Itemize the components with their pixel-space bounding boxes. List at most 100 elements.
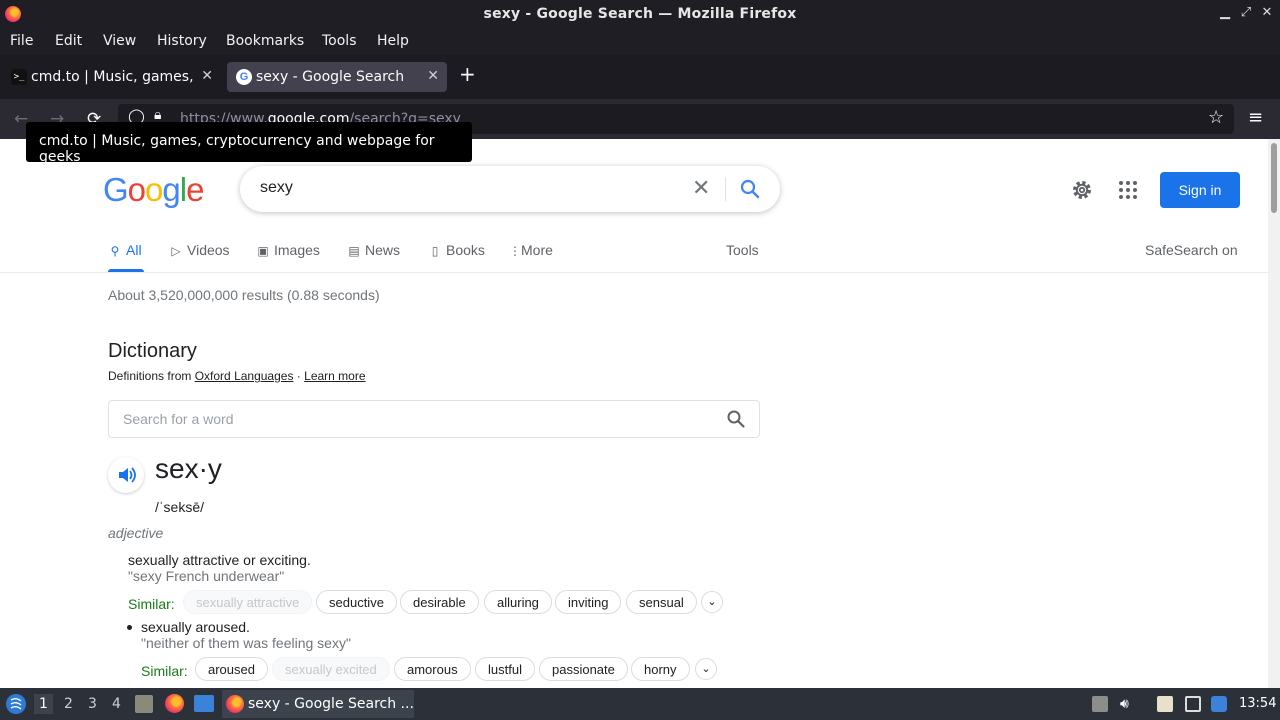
news-icon: ▤ <box>348 244 360 258</box>
similar-chip[interactable]: aroused <box>195 657 268 681</box>
example-text: "sexy French underwear" <box>128 568 285 584</box>
google-apps-icon[interactable] <box>1118 180 1138 200</box>
word-search-input[interactable]: Search for a word <box>108 400 760 438</box>
similar-chip[interactable]: passionate <box>539 657 628 681</box>
sign-in-button[interactable]: Sign in <box>1160 172 1240 208</box>
search-tabs: ⚲ All ▷ Videos ▣ Images ▤ News ▯ Books ⋮More … <box>0 239 1268 273</box>
file-manager-icon[interactable] <box>135 695 153 713</box>
workspace-2[interactable]: 2 <box>64 696 73 712</box>
similar-chip[interactable]: desirable <box>400 590 479 614</box>
similar-chip[interactable]: horny <box>631 657 690 681</box>
window-title: sexy - Google Search — Mozilla Firefox <box>483 6 797 22</box>
bookmark-star-icon[interactable]: ☆ <box>1208 107 1224 128</box>
active-tab-indicator <box>108 269 144 272</box>
similar-label: Similar: <box>128 596 175 612</box>
clipboard-icon[interactable] <box>1157 696 1173 712</box>
workspace-4[interactable]: 4 <box>112 696 121 712</box>
start-menu-icon[interactable] <box>5 693 27 715</box>
example-text: "neither of them was feeling sexy" <box>141 635 351 651</box>
tab-all[interactable]: ⚲ All <box>108 242 142 258</box>
phonetic: /ˈseksē/ <box>155 499 205 515</box>
similar-chip[interactable]: amorous <box>394 657 471 681</box>
task-label: sexy - Google Search ... <box>248 696 414 712</box>
workspace-3[interactable]: 3 <box>88 696 97 712</box>
similar-chip[interactable]: sensual <box>626 590 697 614</box>
menu-file[interactable]: File <box>10 33 33 49</box>
learn-more-link[interactable]: Learn more <box>304 369 365 383</box>
tab-images[interactable]: ▣ Images <box>256 242 320 258</box>
page-scrollbar[interactable] <box>1268 139 1280 688</box>
safesearch-toggle[interactable]: SafeSearch on <box>1145 242 1238 258</box>
clear-search-icon[interactable]: ✕ <box>692 175 710 201</box>
network-icon[interactable] <box>1185 696 1201 712</box>
pronunciation-button[interactable] <box>108 457 144 493</box>
app-menu-icon[interactable]: ≡ <box>1248 107 1263 128</box>
dictionary-heading: Dictionary <box>108 340 197 362</box>
similar-chip[interactable]: alluring <box>484 590 552 614</box>
menu-tools[interactable]: Tools <box>322 33 357 49</box>
result-stats: About 3,520,000,000 results (0.88 second… <box>108 287 380 303</box>
tab-news[interactable]: ▤ News <box>347 242 400 258</box>
settings-gear-icon[interactable] <box>1070 178 1094 202</box>
part-of-speech: adjective <box>108 525 164 541</box>
oxford-link[interactable]: Oxford Languages <box>195 369 294 383</box>
tab-strip: >_ cmd.to | Music, games, c ✕ G sexy - G… <box>0 55 1280 99</box>
taskbar: 1 2 3 4 sexy - Google Search ... 🔊︎ 13:5… <box>0 688 1280 720</box>
minimize-icon[interactable]: ▁ <box>1218 5 1232 20</box>
notification-icon[interactable] <box>1211 696 1227 712</box>
tab-cmdto[interactable]: >_ cmd.to | Music, games, c ✕ <box>2 62 221 92</box>
definition-text: sexually attractive or exciting. <box>128 552 311 568</box>
search-query-text[interactable]: sexy <box>260 179 293 197</box>
tab-label: cmd.to | Music, games, c <box>31 69 196 85</box>
expand-similar-chevron-down-icon[interactable]: ⌄ <box>701 591 723 613</box>
similar-chip[interactable]: inviting <box>555 590 622 614</box>
image-icon: ▣ <box>257 244 269 258</box>
similar-chip[interactable]: seductive <box>316 590 397 614</box>
tray-up-icon[interactable] <box>1092 696 1108 712</box>
search-divider <box>725 177 726 201</box>
window-titlebar: sexy - Google Search — Mozilla Firefox ▁… <box>0 0 1280 29</box>
workspace-1[interactable]: 1 <box>34 694 53 714</box>
google-search-box[interactable]: sexy ✕ <box>240 166 780 212</box>
tab-label: sexy - Google Search <box>256 69 405 85</box>
similar-chip[interactable]: lustful <box>475 657 535 681</box>
menu-help[interactable]: Help <box>377 33 409 49</box>
search-icon: ⚲ <box>110 244 120 258</box>
menu-bar: File Edit View History Bookmarks Tools H… <box>0 29 1280 55</box>
speaker-icon <box>119 467 136 483</box>
book-icon: ▯ <box>431 244 439 258</box>
similar-chip[interactable]: sexually excited <box>272 657 390 681</box>
similar-chip[interactable]: sexually attractive <box>183 590 313 614</box>
close-tab-icon[interactable]: ✕ <box>427 68 439 84</box>
menu-bookmarks[interactable]: Bookmarks <box>226 33 304 49</box>
menu-edit[interactable]: Edit <box>55 33 82 49</box>
new-tab-icon[interactable]: + <box>459 62 476 86</box>
taskbar-firefox-task[interactable]: sexy - Google Search ... <box>222 690 414 718</box>
tab-google-search[interactable]: G sexy - Google Search ✕ <box>227 62 447 92</box>
clock: 13:54 <box>1239 696 1277 711</box>
definition-text: sexually aroused. <box>141 619 250 635</box>
desktop-icon[interactable] <box>194 695 214 712</box>
firefox-launcher-icon[interactable] <box>165 694 184 713</box>
dictionary-source: Definitions from Oxford Languages · Lear… <box>108 369 366 383</box>
expand-similar-chevron-down-icon[interactable]: ⌄ <box>695 658 717 680</box>
menu-history[interactable]: History <box>157 33 207 49</box>
more-vert-icon: ⋮ <box>509 244 521 258</box>
tab-videos[interactable]: ▷ Videos <box>169 242 229 258</box>
google-logo[interactable]: Google <box>103 171 204 209</box>
tab-tooltip: cmd.to | Music, games, cryptocurrency an… <box>26 122 472 165</box>
close-window-icon[interactable]: ✕ <box>1260 5 1274 20</box>
tools-button[interactable]: Tools <box>726 242 759 258</box>
close-tab-icon[interactable]: ✕ <box>201 68 213 84</box>
volume-icon[interactable]: 🔊︎ <box>1120 696 1136 712</box>
search-icon[interactable] <box>738 177 762 201</box>
maximize-icon[interactable]: ⤢ <box>1239 5 1253 20</box>
tab-books[interactable]: ▯ Books <box>428 242 485 258</box>
menu-view[interactable]: View <box>103 33 136 49</box>
video-icon: ▷ <box>171 244 181 258</box>
tab-more[interactable]: ⋮More <box>509 242 553 258</box>
scrollbar-thumb[interactable] <box>1271 143 1277 213</box>
firefox-icon <box>226 695 244 713</box>
search-icon[interactable] <box>726 409 746 429</box>
google-favicon-icon: G <box>236 69 252 85</box>
